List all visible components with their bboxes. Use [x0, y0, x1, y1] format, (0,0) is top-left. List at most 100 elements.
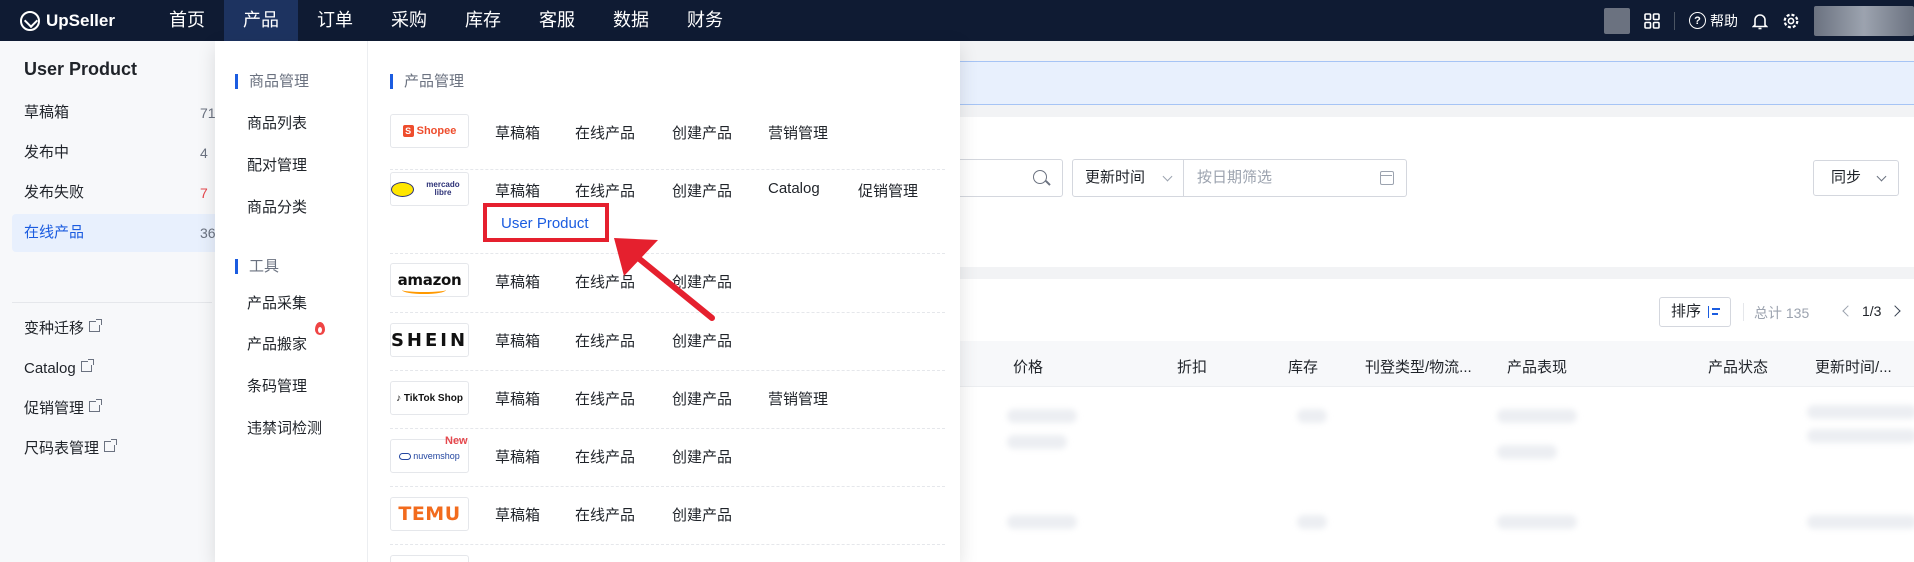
- left-sidebar: User Product 草稿箱 71 发布中 4 发布失败 7 在线产品 36…: [0, 41, 222, 562]
- nav-data[interactable]: 数据: [594, 0, 668, 41]
- table-row[interactable]: [1807, 405, 1914, 419]
- nuvemshop-drafts-link[interactable]: 草稿箱: [495, 446, 540, 467]
- table-row[interactable]: [1297, 409, 1327, 423]
- tiktok-create-link[interactable]: 创建产品: [672, 388, 732, 409]
- tiktok-drafts-link[interactable]: 草稿箱: [495, 388, 540, 409]
- sidebar-link-variant-migration[interactable]: 变种迁移: [12, 310, 222, 348]
- sidebar-item-count: 4: [200, 145, 208, 161]
- shopee-logo: S Shopee: [390, 114, 469, 148]
- platform-row-temu: TEMU 草稿箱 在线产品 创建产品: [390, 497, 945, 545]
- col-discount[interactable]: 折扣: [1177, 356, 1207, 377]
- ml-promotions-link[interactable]: 促销管理: [858, 180, 918, 201]
- group-title-goods: 商品管理: [235, 74, 309, 89]
- table-row[interactable]: [1297, 515, 1327, 529]
- date-filter-input[interactable]: 按日期筛选: [1183, 159, 1407, 197]
- menu-link-product-scrape[interactable]: 产品采集: [247, 292, 307, 313]
- temu-online-link[interactable]: 在线产品: [575, 504, 635, 525]
- tiktok-online-link[interactable]: 在线产品: [575, 388, 635, 409]
- col-updated-time[interactable]: 更新时间/...: [1815, 356, 1892, 377]
- bell-icon[interactable]: [1752, 12, 1768, 30]
- nav-orders[interactable]: 订单: [298, 0, 372, 41]
- sidebar-item-label: 发布中: [24, 144, 70, 161]
- menu-link-goods-list[interactable]: 商品列表: [247, 112, 307, 133]
- calendar-icon: [1380, 171, 1394, 185]
- external-link-icon: [89, 319, 103, 332]
- table-row[interactable]: [1007, 409, 1077, 423]
- mercado-libre-logo: mercado libre: [390, 172, 469, 206]
- sort-label: 排序: [1671, 303, 1702, 320]
- table-row[interactable]: [1497, 409, 1577, 423]
- nav-customer-service[interactable]: 客服: [520, 0, 594, 41]
- temu-drafts-link[interactable]: 草稿箱: [495, 504, 540, 525]
- ml-create-link[interactable]: 创建产品: [672, 180, 732, 201]
- menu-link-pairing[interactable]: 配对管理: [247, 154, 307, 175]
- time-type-value: 更新时间: [1085, 169, 1146, 186]
- shop-avatar[interactable]: [1604, 7, 1630, 34]
- sidebar-link-label: 促销管理: [24, 400, 85, 417]
- sidebar-item-publish-failed[interactable]: 发布失败 7: [12, 174, 222, 212]
- col-status[interactable]: 产品状态: [1708, 356, 1768, 377]
- sidebar-item-publishing[interactable]: 发布中 4: [12, 134, 222, 172]
- sidebar-link-catalog[interactable]: Catalog: [12, 350, 222, 388]
- ml-online-link[interactable]: 在线产品: [575, 180, 635, 201]
- next-platform-logo: [390, 555, 469, 562]
- prev-page-icon[interactable]: [1842, 305, 1854, 317]
- ml-catalog-link[interactable]: Catalog: [768, 180, 820, 197]
- sidebar-item-online-products[interactable]: 在线产品 36: [12, 214, 222, 252]
- table-row[interactable]: [1007, 515, 1077, 529]
- platform-row-tiktok: ♪ TikTok Shop 草稿箱 在线产品 创建产品 营销管理: [390, 381, 945, 429]
- table-row[interactable]: [1497, 515, 1577, 529]
- sidebar-item-drafts[interactable]: 草稿箱 71: [12, 94, 222, 132]
- help-button[interactable]: ? 帮助: [1689, 11, 1738, 31]
- search-icon[interactable]: [1033, 170, 1047, 184]
- sidebar-link-size-chart[interactable]: 尺码表管理: [12, 430, 222, 468]
- sort-icon: [1708, 306, 1720, 318]
- sidebar-link-label: 变种迁移: [24, 320, 85, 337]
- external-link-icon: [104, 439, 118, 452]
- nav-purchase[interactable]: 采购: [372, 0, 446, 41]
- shopee-marketing-link[interactable]: 营销管理: [768, 122, 828, 143]
- amazon-drafts-link[interactable]: 草稿箱: [495, 271, 540, 292]
- next-page-icon[interactable]: [1889, 305, 1901, 317]
- ml-drafts-link[interactable]: 草稿箱: [495, 180, 540, 201]
- temu-create-link[interactable]: 创建产品: [672, 504, 732, 525]
- gear-icon[interactable]: [1782, 12, 1800, 30]
- apps-grid-icon[interactable]: [1644, 12, 1660, 29]
- col-price[interactable]: 价格: [1013, 356, 1043, 377]
- shopee-drafts-link[interactable]: 草稿箱: [495, 122, 540, 143]
- col-stock[interactable]: 库存: [1288, 356, 1318, 377]
- tiktok-shop-logo: ♪ TikTok Shop: [390, 381, 469, 415]
- nav-finance[interactable]: 财务: [668, 0, 742, 41]
- table-row[interactable]: [1807, 429, 1914, 443]
- nuvemshop-online-link[interactable]: 在线产品: [575, 446, 635, 467]
- upseller-logo[interactable]: UpSeller: [0, 10, 150, 31]
- sidebar-link-promotions[interactable]: 促销管理: [12, 390, 222, 428]
- sidebar-item-label: 草稿箱: [24, 104, 70, 121]
- time-type-select[interactable]: 更新时间: [1072, 159, 1184, 197]
- shein-drafts-link[interactable]: 草稿箱: [495, 330, 540, 351]
- nav-inventory[interactable]: 库存: [446, 0, 520, 41]
- menu-link-product-move[interactable]: 产品搬家: [247, 333, 307, 354]
- menu-link-categories[interactable]: 商品分类: [247, 196, 307, 217]
- tiktok-marketing-link[interactable]: 营销管理: [768, 388, 828, 409]
- table-row[interactable]: [1807, 515, 1914, 529]
- col-listing-type[interactable]: 刊登类型/物流...: [1365, 356, 1472, 377]
- nav-products[interactable]: 产品: [224, 0, 298, 41]
- sidebar-item-count: 71: [200, 105, 216, 121]
- table-row[interactable]: [1007, 435, 1067, 449]
- new-badge: New: [445, 435, 468, 447]
- sort-button[interactable]: 排序: [1659, 297, 1731, 327]
- date-filter-placeholder: 按日期筛选: [1197, 169, 1273, 186]
- nuvemshop-create-link[interactable]: 创建产品: [672, 446, 732, 467]
- col-performance[interactable]: 产品表现: [1507, 356, 1567, 377]
- table-row[interactable]: [1497, 445, 1557, 459]
- user-account-menu[interactable]: [1814, 5, 1914, 36]
- ml-user-product-link[interactable]: User Product: [501, 215, 589, 232]
- menu-link-banned-words[interactable]: 违禁词检测: [247, 417, 322, 438]
- shopee-online-link[interactable]: 在线产品: [575, 122, 635, 143]
- menu-link-barcode[interactable]: 条码管理: [247, 375, 307, 396]
- shein-logo: SHEIN: [390, 323, 469, 357]
- sync-button[interactable]: 同步: [1813, 160, 1899, 196]
- shopee-create-link[interactable]: 创建产品: [672, 122, 732, 143]
- nav-home[interactable]: 首页: [150, 0, 224, 41]
